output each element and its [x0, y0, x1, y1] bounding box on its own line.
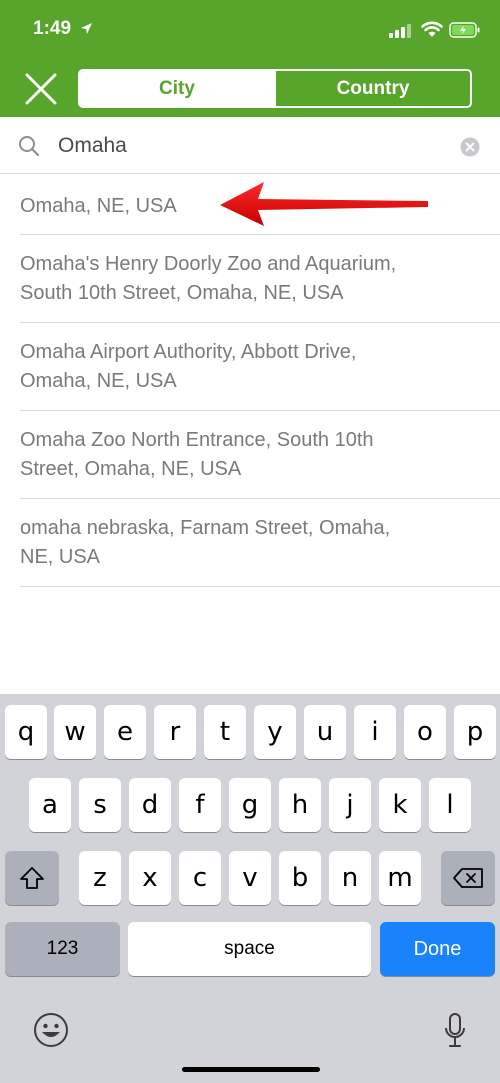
key[interactable]: b — [279, 851, 321, 905]
key[interactable]: l — [429, 778, 471, 832]
key[interactable]: c — [179, 851, 221, 905]
key[interactable]: p — [454, 705, 496, 759]
key[interactable]: y — [254, 705, 296, 759]
key[interactable]: r — [154, 705, 196, 759]
search-input[interactable] — [58, 131, 448, 161]
status-time: 1:49 — [33, 18, 72, 39]
close-icon[interactable] — [22, 70, 60, 108]
search-icon — [19, 136, 40, 157]
result-line: South 10th Street, Omaha, NE, USA — [20, 282, 344, 304]
result-line: Omaha's Henry Doorly Zoo and Aquarium, — [20, 253, 397, 275]
backspace-icon — [453, 868, 483, 888]
result-line: Omaha, NE, USA — [20, 370, 177, 392]
result-item[interactable]: Omaha Airport Authority, Abbott Drive, O… — [0, 323, 500, 411]
key[interactable]: i — [354, 705, 396, 759]
key[interactable]: q — [5, 705, 47, 759]
key[interactable]: j — [329, 778, 371, 832]
result-item[interactable]: omaha nebraska, Farnam Street, Omaha, NE… — [0, 499, 500, 587]
key[interactable]: x — [129, 851, 171, 905]
shift-icon — [20, 867, 44, 889]
key[interactable]: w — [54, 705, 96, 759]
home-indicator — [182, 1067, 320, 1072]
wifi-icon — [421, 21, 443, 37]
key[interactable]: f — [179, 778, 221, 832]
key[interactable]: d — [129, 778, 171, 832]
key[interactable]: n — [329, 851, 371, 905]
app-header: 1:49 City Country — [0, 0, 500, 117]
result-line: Omaha Airport Authority, Abbott Drive, — [20, 341, 357, 363]
backspace-key[interactable] — [441, 851, 495, 905]
keyboard: q w e r t y u i o p a s d f g h j k l z … — [0, 694, 500, 1083]
result-line: omaha nebraska, Farnam Street, Omaha, — [20, 517, 391, 539]
key[interactable]: k — [379, 778, 421, 832]
numbers-key[interactable]: 123 — [5, 922, 120, 976]
location-arrow-icon — [81, 23, 92, 34]
result-item[interactable]: Omaha's Henry Doorly Zoo and Aquarium, S… — [0, 235, 500, 323]
search-bar — [0, 117, 500, 174]
key[interactable]: g — [229, 778, 271, 832]
key[interactable]: h — [279, 778, 321, 832]
result-item[interactable]: Omaha Zoo North Entrance, South 10th Str… — [0, 411, 500, 499]
key[interactable]: m — [379, 851, 421, 905]
done-key[interactable]: Done — [380, 922, 495, 976]
shift-key[interactable] — [5, 851, 59, 905]
space-key[interactable]: space — [128, 922, 371, 976]
key[interactable]: v — [229, 851, 271, 905]
key[interactable]: a — [29, 778, 71, 832]
key[interactable]: u — [304, 705, 346, 759]
clear-icon[interactable] — [460, 137, 480, 157]
key[interactable]: t — [204, 705, 246, 759]
result-line: Omaha Zoo North Entrance, South 10th — [20, 429, 374, 451]
emoji-icon[interactable] — [33, 1012, 69, 1048]
segment-country[interactable]: Country — [274, 71, 470, 106]
city-country-toggle: City Country — [78, 69, 472, 108]
results-list: Omaha, NE, USA Omaha's Henry Doorly Zoo … — [0, 175, 500, 587]
key[interactable]: e — [104, 705, 146, 759]
red-arrow-icon — [220, 182, 428, 226]
result-line: Street, Omaha, NE, USA — [20, 458, 242, 480]
key[interactable]: o — [404, 705, 446, 759]
key[interactable]: s — [79, 778, 121, 832]
signal-icon — [389, 24, 413, 38]
battery-icon — [449, 22, 480, 38]
microphone-icon[interactable] — [444, 1013, 466, 1049]
segment-city[interactable]: City — [80, 71, 274, 106]
key[interactable]: z — [79, 851, 121, 905]
result-line: NE, USA — [20, 546, 101, 568]
